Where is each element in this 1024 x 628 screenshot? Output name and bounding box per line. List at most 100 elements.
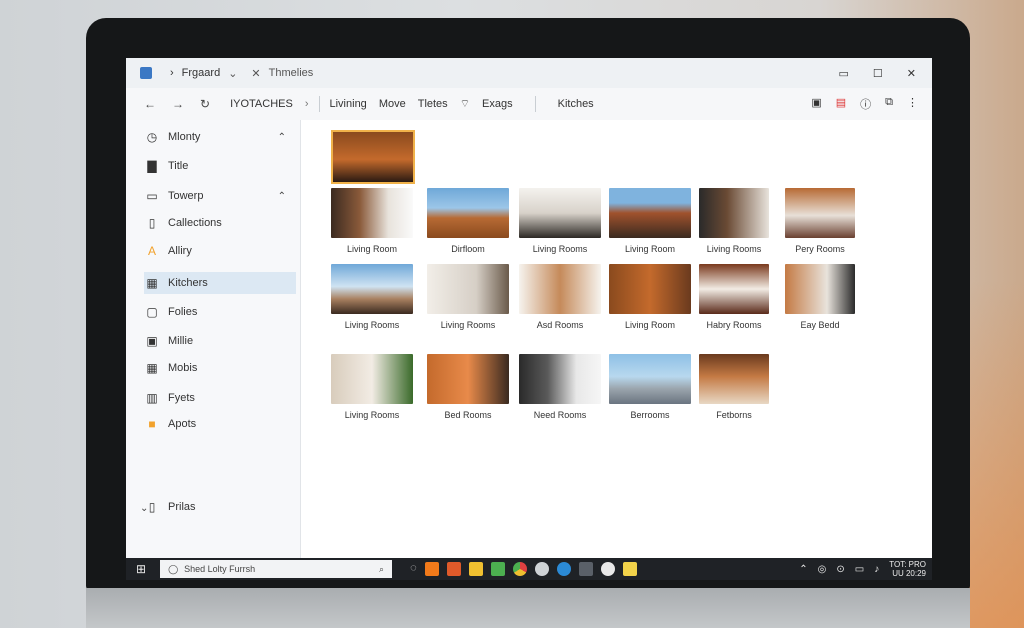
tile-caption: Living Rooms bbox=[706, 244, 762, 254]
gallery-pane: Living Room Dirfloom Living Rooms Living… bbox=[301, 120, 932, 558]
minimize-button[interactable]: ▭ bbox=[839, 67, 849, 80]
thumbnail-image bbox=[609, 354, 691, 404]
taskbar-app-icon[interactable] bbox=[446, 562, 461, 576]
gallery-tile[interactable]: Pery Rooms bbox=[785, 188, 855, 254]
tab-secondary[interactable]: ✕ Thmelies bbox=[251, 67, 313, 80]
thumbnail-image bbox=[427, 264, 509, 314]
search-input[interactable]: Shed Lolty Furrsh bbox=[184, 564, 255, 574]
taskbar-app-icon[interactable] bbox=[622, 562, 637, 576]
sidebar-item-callections[interactable]: ▯ Callections bbox=[144, 212, 294, 234]
gallery-tile[interactable]: Bed Rooms bbox=[427, 354, 509, 420]
sidebar-item-label: Callections bbox=[168, 217, 222, 229]
taskbar-app-icon[interactable] bbox=[424, 562, 439, 576]
music-icon: ▣ bbox=[146, 334, 158, 348]
image-icon: ▇ bbox=[147, 159, 157, 173]
sidebar-item-label: Apots bbox=[168, 418, 197, 430]
breadcrumb-item[interactable]: Tletes bbox=[418, 98, 448, 110]
gallery-tile[interactable]: Living Rooms bbox=[519, 188, 601, 254]
gallery-tile[interactable]: Asd Rooms bbox=[519, 264, 601, 330]
gallery-tile[interactable]: Living Rooms bbox=[331, 264, 413, 330]
gallery-tile[interactable]: Living Room bbox=[609, 264, 691, 330]
sidebar-item-prilas[interactable]: ▯ Prilas bbox=[144, 496, 294, 518]
gallery-tile[interactable]: Berrooms bbox=[609, 354, 691, 420]
gallery-tile[interactable]: Living Rooms bbox=[331, 354, 413, 420]
tab-primary[interactable]: › Frgaard ⌄ bbox=[170, 67, 237, 80]
copy-icon[interactable]: ⧉ bbox=[885, 96, 893, 112]
folder-orange-icon: ■ bbox=[148, 417, 156, 431]
sidebar-item-apots[interactable]: ■ Apots bbox=[144, 413, 294, 435]
app-icon bbox=[140, 67, 152, 79]
sidebar-item-millie[interactable]: ▣ Millie bbox=[144, 330, 294, 352]
gallery-tile[interactable]: Living Rooms bbox=[699, 188, 769, 254]
thumbnail-image bbox=[519, 354, 601, 404]
thumbnail-image bbox=[427, 188, 509, 238]
tab-dropdown-icon[interactable]: ⌄ bbox=[228, 67, 237, 80]
back-button[interactable]: ← bbox=[144, 97, 156, 111]
taskbar-app-icon[interactable] bbox=[490, 562, 505, 576]
sidebar-item-folies[interactable]: ▢ Folies bbox=[144, 301, 294, 323]
breadcrumb-item[interactable]: Move bbox=[379, 98, 406, 110]
info-icon[interactable]: ⓘ bbox=[860, 96, 871, 112]
tab-close-icon[interactable]: ✕ bbox=[251, 67, 260, 80]
sidebar-item-title[interactable]: ▇ Title bbox=[144, 155, 294, 177]
clock[interactable]: TOT: PRO UU 20:29 bbox=[889, 560, 926, 578]
sidebar-item-towerp[interactable]: ▭ Towerp ⌃ bbox=[144, 185, 294, 207]
tile-caption: Habry Rooms bbox=[706, 320, 762, 330]
start-icon[interactable]: ⊞ bbox=[136, 562, 146, 576]
breadcrumb-item[interactable]: Livining bbox=[330, 98, 367, 110]
taskbar-app-icon[interactable] bbox=[468, 562, 483, 576]
mic-icon[interactable]: ⌕ bbox=[379, 564, 384, 575]
sidebar-item-label: Folies bbox=[168, 306, 198, 318]
sidebar-item-label: Kitchers bbox=[168, 277, 208, 289]
breadcrumb-item[interactable]: Kitches bbox=[558, 98, 594, 110]
gallery-tile[interactable]: Dirfloom bbox=[427, 188, 509, 254]
refresh-button[interactable]: ↻ bbox=[200, 97, 210, 111]
file-explorer-window: › Frgaard ⌄ ✕ Thmelies ▭ ☐ ✕ ← → ↻ IYOTA… bbox=[126, 58, 932, 580]
edge-icon[interactable] bbox=[556, 562, 571, 576]
thumbnail-image bbox=[331, 354, 413, 404]
search-icon: ◯ bbox=[168, 563, 179, 574]
gallery-tile[interactable]: Living Room bbox=[331, 188, 413, 254]
tray-icon[interactable]: ◎ bbox=[818, 564, 827, 575]
volume-icon[interactable]: ♪ bbox=[874, 564, 879, 575]
gallery-tile[interactable]: Living Room bbox=[609, 188, 691, 254]
layout-icon[interactable]: ▤ bbox=[836, 96, 846, 112]
task-view-icon[interactable]: ◌ bbox=[410, 562, 417, 576]
sidebar-item-label: Title bbox=[168, 160, 189, 172]
chevron-up-icon[interactable]: ⌃ bbox=[278, 191, 286, 202]
gallery-tile[interactable]: Fetborns bbox=[699, 354, 769, 420]
taskbar-app-icon[interactable] bbox=[534, 562, 549, 576]
more-options-icon[interactable]: ⋮ bbox=[907, 96, 918, 112]
tile-caption: Living Room bbox=[624, 320, 676, 330]
taskbar-search[interactable]: ◯ Shed Lolty Furrsh ⌕ bbox=[160, 560, 393, 578]
taskbar-app-icon[interactable] bbox=[600, 562, 615, 576]
sidebar-item-label: Towerp bbox=[168, 190, 204, 202]
nav-buttons: ← → ↻ bbox=[144, 97, 210, 111]
gallery-tile[interactable]: Eay Bedd bbox=[785, 264, 855, 330]
breadcrumb-item[interactable]: Exags bbox=[482, 98, 513, 110]
battery-icon[interactable]: ▭ bbox=[855, 564, 864, 575]
featured-thumbnail[interactable] bbox=[331, 130, 415, 184]
tray-icon[interactable]: ⊙ bbox=[836, 564, 844, 575]
sidebar-item-fyets[interactable]: ▥ Fyets bbox=[144, 387, 294, 409]
tray-chevron-icon[interactable]: ⌃ bbox=[799, 564, 807, 575]
sidebar-item-alliry[interactable]: A Alliry bbox=[144, 240, 294, 262]
view-icon[interactable]: ▣ bbox=[811, 96, 821, 112]
gallery-tile[interactable]: Need Rooms bbox=[519, 354, 601, 420]
chrome-icon[interactable] bbox=[512, 562, 527, 576]
sidebar-item-mlonty[interactable]: ◷ Mlonty ⌃ bbox=[144, 126, 294, 148]
close-button[interactable]: ✕ bbox=[907, 67, 916, 80]
taskbar-app-icon[interactable] bbox=[578, 562, 593, 576]
document-icon: ▯ bbox=[148, 216, 156, 230]
sidebar-item-label: Prilas bbox=[168, 501, 196, 513]
gallery-tile[interactable]: Living Rooms bbox=[427, 264, 509, 330]
sidebar-item-mobis[interactable]: ▦ Mobis bbox=[144, 357, 294, 379]
grid-icon: ▦ bbox=[146, 361, 158, 375]
maximize-button[interactable]: ☐ bbox=[873, 67, 883, 80]
sidebar-item-kitchers[interactable]: ▦ Kitchers bbox=[144, 272, 296, 294]
breadcrumb-root[interactable]: IYOTACHES bbox=[230, 98, 293, 110]
tab-title: Thmelies bbox=[268, 67, 314, 79]
chevron-up-icon[interactable]: ⌃ bbox=[278, 132, 286, 143]
gallery-tile[interactable]: Habry Rooms bbox=[699, 264, 769, 330]
forward-button[interactable]: → bbox=[172, 97, 184, 111]
